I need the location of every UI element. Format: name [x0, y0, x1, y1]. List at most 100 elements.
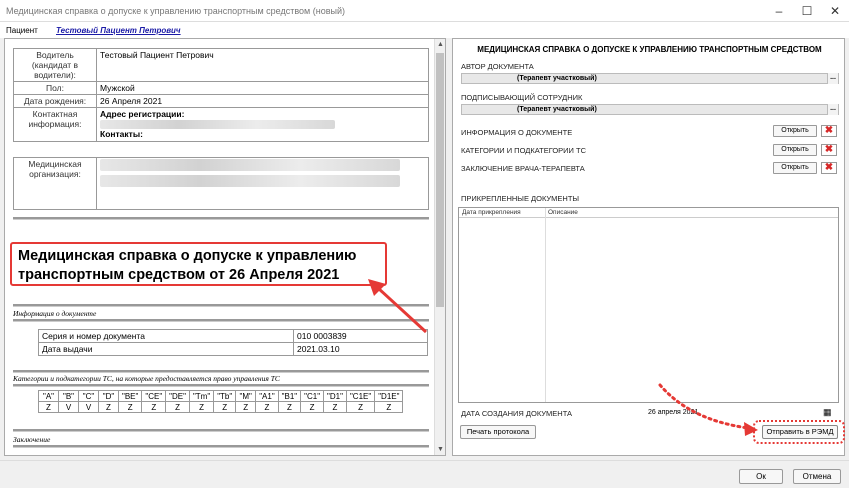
- category-value: Z: [165, 401, 190, 413]
- maximize-icon: ☐: [801, 3, 813, 18]
- category-value: Z: [213, 401, 237, 413]
- section-label: ЗАКЛЮЧЕНИЕ ВРАЧА-ТЕРАПЕВТА: [461, 164, 585, 173]
- org-value-redacted: [96, 157, 429, 210]
- author-picker-button[interactable]: ...: [827, 73, 838, 84]
- calendar-icon[interactable]: ▦: [823, 407, 835, 418]
- category-value: V: [58, 401, 79, 413]
- scroll-down-icon[interactable]: ▼: [435, 444, 445, 455]
- category-value: Z: [345, 401, 376, 413]
- document-title-callout: Медицинская справка о допуске к управлен…: [10, 242, 387, 286]
- divider: [13, 429, 429, 432]
- category-header: "B1": [277, 390, 302, 402]
- category-header: "M": [235, 390, 257, 402]
- cancel-button[interactable]: Отмена: [793, 469, 841, 484]
- author-value: (Терапевт участковый): [517, 75, 597, 82]
- window-title: Медицинская справка о допуске к управлен…: [6, 5, 345, 16]
- category-value: Z: [117, 401, 143, 413]
- document-properties-panel: МЕДИЦИНСКАЯ СПРАВКА О ДОПУСКЕ К УПРАВЛЕН…: [452, 38, 845, 456]
- sex-value: Мужской: [96, 81, 429, 95]
- doc-info-table: Серия и номер документа 010 0003839 Дата…: [38, 329, 428, 356]
- delete-icon: ✖: [824, 125, 834, 136]
- delete-categories-button[interactable]: ✖: [821, 144, 837, 156]
- category-header: "C1E": [345, 390, 376, 402]
- driver-value: Тестовый Пациент Петрович: [96, 48, 429, 82]
- properties-heading: МЕДИЦИНСКАЯ СПРАВКА О ДОПУСКЕ К УПРАВЛЕН…: [477, 45, 822, 54]
- send-to-remd-button[interactable]: Отправить в РЭМД: [762, 425, 838, 439]
- minimize-button[interactable]: –: [765, 0, 793, 22]
- divider: [13, 370, 429, 373]
- patient-link[interactable]: Тестовый Пациент Петрович: [56, 26, 181, 35]
- category-value: Z: [255, 401, 279, 413]
- category-value: Z: [374, 401, 404, 413]
- category-value: Z: [141, 401, 167, 413]
- title-bar: Медицинская справка о допуске к управлен…: [0, 0, 849, 22]
- scroll-up-icon[interactable]: ▲: [435, 39, 445, 50]
- signer-picker-button[interactable]: ...: [827, 104, 838, 115]
- category-header: "D1": [323, 390, 347, 402]
- document-preview[interactable]: Водитель (кандидат в водители): Тестовый…: [4, 38, 446, 456]
- address-label: Адрес регистрации:: [100, 109, 185, 119]
- category-header: "A": [38, 390, 59, 402]
- divider: [13, 319, 429, 322]
- grid-header-description[interactable]: Описание: [545, 208, 578, 217]
- divider: [13, 384, 429, 387]
- maximize-button[interactable]: ☐: [793, 0, 821, 22]
- category-value: Z: [188, 401, 215, 413]
- categories-table: "A" "B" "C" "D" "BE" "CE" "DE" "Tm" "Tb" "M" "A1" "…: [38, 390, 404, 413]
- signer-value: (Терапевт участковый): [517, 106, 597, 113]
- category-header: "DE": [165, 390, 190, 402]
- ok-button[interactable]: Ок: [739, 469, 783, 484]
- series-value: 010 0003839: [293, 329, 428, 343]
- vertical-scrollbar[interactable]: ▲ ▼: [434, 39, 445, 455]
- attached-docs-label: ПРИКРЕПЛЕННЫЕ ДОКУМЕНТЫ: [461, 194, 580, 203]
- org-table: Медицинская организация:: [13, 157, 429, 210]
- grid-header-date[interactable]: Дата прикрепления: [459, 208, 545, 217]
- divider: [13, 445, 429, 448]
- attached-docs-grid[interactable]: Дата прикрепления Описание: [458, 207, 839, 403]
- category-value: Z: [235, 401, 257, 413]
- category-value: Z: [38, 401, 59, 413]
- category-value: Z: [323, 401, 347, 413]
- print-protocol-button[interactable]: Печать протокола: [460, 425, 536, 439]
- close-button[interactable]: ✕: [821, 0, 849, 22]
- minimize-icon: –: [775, 3, 783, 18]
- category-value: Z: [98, 401, 119, 413]
- contacts-label: Контакты:: [100, 129, 143, 140]
- category-header: "C1": [300, 390, 325, 402]
- delete-doc-info-button[interactable]: ✖: [821, 125, 837, 137]
- created-date-label: ДАТА СОЗДАНИЯ ДОКУМЕНТА: [461, 409, 573, 418]
- section-label: ИНФОРМАЦИЯ О ДОКУМЕНТЕ: [461, 128, 573, 137]
- categories-title: Категории и подкатегории ТС, на которые …: [13, 374, 280, 383]
- category-header: "Tb": [213, 390, 237, 402]
- conclusion-title: Заключение: [13, 435, 51, 444]
- footer-bar: [0, 460, 849, 488]
- delete-conclusion-button[interactable]: ✖: [821, 162, 837, 174]
- divider: [13, 304, 429, 307]
- category-header: "B": [58, 390, 79, 402]
- org-label: Медицинская организация:: [13, 157, 97, 210]
- delete-icon: ✖: [824, 162, 834, 173]
- category-value: Z: [277, 401, 302, 413]
- close-icon: ✕: [829, 3, 841, 18]
- patient-strip: Пациент Тестовый Пациент Петрович: [0, 22, 849, 38]
- address-value-redacted: [100, 119, 425, 130]
- issue-date-label: Дата выдачи: [38, 342, 294, 356]
- category-header: "Tm": [188, 390, 215, 402]
- divider: [13, 217, 429, 220]
- section-label: КАТЕГОРИИ И ПОДКАТЕГОРИИ ТС: [461, 146, 587, 155]
- dob-label: Дата рождения:: [13, 94, 97, 108]
- open-doc-info-button[interactable]: Открыть: [773, 125, 817, 137]
- open-conclusion-button[interactable]: Открыть: [773, 162, 817, 174]
- author-field[interactable]: (Терапевт участковый) ...: [461, 73, 839, 84]
- grid-divider: [545, 208, 546, 402]
- signer-label: ПОДПИСЫВАЮЩИЙ СОТРУДНИК: [461, 93, 583, 102]
- signer-field[interactable]: (Терапевт участковый) ...: [461, 104, 839, 115]
- created-date-input[interactable]: 26 апреля 2021: [646, 407, 708, 418]
- category-header: "A1": [255, 390, 279, 402]
- category-value: V: [78, 401, 99, 413]
- open-categories-button[interactable]: Открыть: [773, 144, 817, 156]
- category-header: "C": [78, 390, 99, 402]
- scrollbar-thumb[interactable]: [436, 53, 444, 307]
- category-header: "BE": [117, 390, 143, 402]
- doc-info-title: Информация о документе: [13, 309, 97, 318]
